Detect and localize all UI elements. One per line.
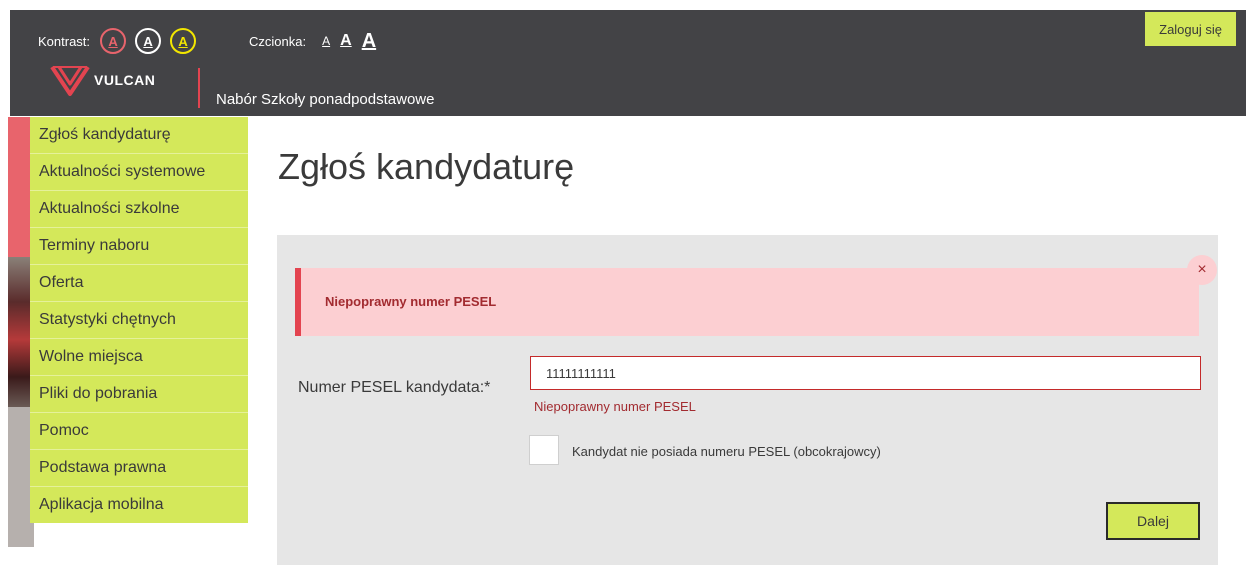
alert-message: Niepoprawny numer PESEL [325, 294, 497, 309]
contrast-red-button[interactable]: A [100, 28, 127, 54]
contrast-label: Kontrast: [38, 33, 91, 49]
sidebar-item-oferta[interactable]: Oferta [30, 265, 248, 302]
pesel-label: Numer PESEL kandydata:* [298, 379, 491, 396]
sidebar-item-aktualnosci-szkolne[interactable]: Aktualności szkolne [30, 191, 248, 228]
close-icon[interactable]: × [1187, 255, 1217, 285]
font-size-medium-button[interactable]: A [340, 33, 352, 49]
sidebar-item-wolne-miejsca[interactable]: Wolne miejsca [30, 339, 248, 376]
no-pesel-checkbox[interactable] [529, 435, 559, 465]
form-panel: Niepoprawny numer PESEL × Numer PESEL ka… [277, 235, 1218, 565]
font-size-small-button[interactable]: A [322, 35, 330, 47]
brand[interactable]: VULCAN [50, 64, 200, 108]
logo-text: VULCAN [94, 72, 156, 88]
vulcan-shield-icon [50, 65, 90, 96]
sidebar-item-aktualnosci-systemowe[interactable]: Aktualności systemowe [30, 154, 248, 191]
sidebar-item-podstawa-prawna[interactable]: Podstawa prawna [30, 450, 248, 487]
accessibility-bar: Kontrast: A A A Czcionka: A A A [38, 28, 380, 54]
login-button[interactable]: Zaloguj się [1145, 12, 1236, 46]
next-button[interactable]: Dalej [1106, 502, 1200, 540]
pesel-input[interactable] [530, 356, 1201, 390]
font-size-label: Czcionka: [249, 33, 307, 49]
font-size-large-button[interactable]: A [362, 31, 376, 51]
vulcan-logo[interactable]: VULCAN [50, 64, 155, 96]
contrast-white-button[interactable]: A [135, 28, 162, 54]
sidebar-item-statystyki-chetnych[interactable]: Statystyki chętnych [30, 302, 248, 339]
system-name: Nabór Szkoły ponadpodstawowe [216, 91, 435, 108]
sidebar-nav: Zgłoś kandydaturę Aktualności systemowe … [30, 117, 248, 523]
sidebar-item-aplikacja-mobilna[interactable]: Aplikacja mobilna [30, 487, 248, 523]
sidebar-item-zglos-kandydature[interactable]: Zgłoś kandydaturę [30, 117, 248, 154]
top-bar: Kontrast: A A A Czcionka: A A A Zaloguj … [10, 10, 1246, 116]
sidebar-item-terminy-naboru[interactable]: Terminy naboru [30, 228, 248, 265]
contrast-yellow-button[interactable]: A [170, 28, 197, 54]
brand-divider [198, 68, 200, 108]
sidebar-item-pomoc[interactable]: Pomoc [30, 413, 248, 450]
sidebar-item-pliki-do-pobrania[interactable]: Pliki do pobrania [30, 376, 248, 413]
page-title: Zgłoś kandydaturę [278, 146, 575, 187]
no-pesel-label[interactable]: Kandydat nie posiada numeru PESEL (obcok… [572, 444, 881, 459]
error-alert: Niepoprawny numer PESEL [295, 268, 1199, 336]
pesel-error-text: Niepoprawny numer PESEL [534, 399, 696, 414]
